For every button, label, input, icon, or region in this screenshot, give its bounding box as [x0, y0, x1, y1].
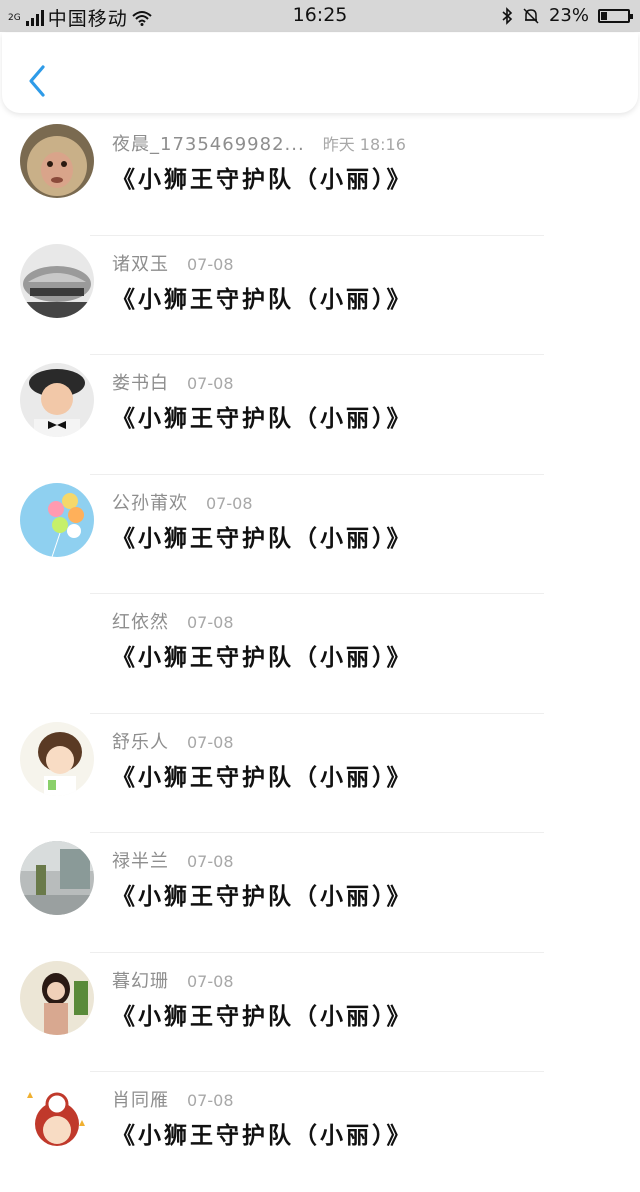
message-date: 07-08	[187, 971, 234, 991]
status-right: 23%	[501, 5, 633, 26]
sender-name: 肖同雁	[112, 1090, 169, 1111]
message-date: 07-08	[206, 493, 253, 513]
street-avatar[interactable]	[20, 841, 94, 915]
message-title: 《小狮王守护队（小丽）》	[112, 884, 413, 910]
message-title: 《小狮王守护队（小丽）》	[112, 1123, 413, 1149]
child-avatar[interactable]	[20, 363, 94, 437]
list-item[interactable]: 暮幻珊 07-08 《小狮王守护队（小丽）》	[0, 953, 640, 1072]
sender-name: 红依然	[112, 612, 169, 633]
mute-bell-icon	[523, 7, 539, 24]
sender-name: 暮幻珊	[112, 970, 169, 992]
sender-line: 公孙莆欢 07-08	[112, 489, 253, 515]
sender-line: 诸双玉 07-08	[112, 250, 234, 276]
message-date: 07-08	[187, 254, 234, 274]
sender-line: 娄书白 07-08	[112, 369, 234, 395]
sender-name: 娄书白	[112, 373, 169, 394]
message-title: 《小狮王守护队（小丽）》	[112, 645, 413, 671]
battery-percent: 23%	[548, 5, 589, 26]
message-title: 《小狮王守护队（小丽）》	[112, 525, 413, 552]
message-date: 07-08	[187, 374, 234, 393]
message-date: 07-08	[187, 732, 234, 752]
message-list: 夜晨_1735469982... 昨天 18:16 《小狮王守护队（小丽）》 诸双…	[0, 116, 640, 1192]
message-date: 昨天 18:16	[322, 135, 406, 154]
battery-icon	[598, 8, 633, 23]
cartoon-avatar[interactable]	[20, 1080, 94, 1154]
message-title: 《小狮王守护队（小丽）》	[112, 1003, 413, 1030]
sender-name: 舒乐人	[112, 731, 169, 753]
sender-line: 舒乐人 07-08	[112, 728, 234, 754]
balloons-avatar[interactable]	[20, 482, 94, 557]
list-item[interactable]: 禄半兰 07-08 《小狮王守护队（小丽）》	[0, 833, 640, 953]
sender-line: 禄半兰 07-08	[112, 847, 234, 873]
list-item[interactable]: 娄书白 07-08 《小狮王守护队（小丽）》	[0, 355, 640, 475]
cartoon-girl-avatar[interactable]	[20, 721, 94, 796]
sender-line: 红依然 07-08	[112, 608, 234, 634]
sender-line: 肖同雁 07-08	[112, 1086, 234, 1112]
sender-name: 诸双玉	[112, 253, 169, 275]
sender-name: 夜晨_1735469982...	[112, 134, 305, 155]
list-item[interactable]: 红依然 07-08 《小狮王守护队（小丽）》	[0, 594, 640, 714]
message-title: 《小狮王守护队（小丽）》	[112, 764, 413, 791]
message-title: 《小狮王守护队（小丽）》	[112, 286, 413, 313]
sender-name: 公孙莆欢	[112, 492, 188, 514]
sender-line: 夜晨_1735469982... 昨天 18:16	[112, 130, 406, 156]
list-item[interactable]: 肖同雁 07-08 《小狮王守护队（小丽）》	[0, 1072, 640, 1192]
status-bar: 2G 中国移动 16:25 23%	[0, 0, 640, 32]
top-nav-bar	[2, 33, 638, 113]
car-avatar[interactable]	[20, 243, 94, 318]
sender-line: 暮幻珊 07-08	[112, 967, 234, 993]
bluetooth-icon	[502, 6, 513, 25]
message-title: 《小狮王守护队（小丽）》	[112, 406, 413, 432]
list-item[interactable]: 诸双玉 07-08 《小狮王守护队（小丽）》	[0, 236, 640, 355]
message-title: 《小狮王守护队（小丽）》	[112, 167, 413, 193]
list-item[interactable]: 夜晨_1735469982... 昨天 18:16 《小狮王守护队（小丽）》	[0, 116, 640, 236]
back-arrow-icon[interactable]	[24, 63, 52, 99]
monkey-avatar[interactable]	[20, 124, 94, 198]
blank-avatar[interactable]	[20, 602, 94, 676]
message-date: 07-08	[187, 1091, 234, 1110]
list-item[interactable]: 公孙莆欢 07-08 《小狮王守护队（小丽）》	[0, 475, 640, 594]
list-item[interactable]: 舒乐人 07-08 《小狮王守护队（小丽）》	[0, 714, 640, 833]
sender-name: 禄半兰	[112, 851, 169, 872]
message-date: 07-08	[187, 613, 234, 632]
woman-avatar[interactable]	[20, 960, 94, 1035]
message-date: 07-08	[187, 852, 234, 871]
